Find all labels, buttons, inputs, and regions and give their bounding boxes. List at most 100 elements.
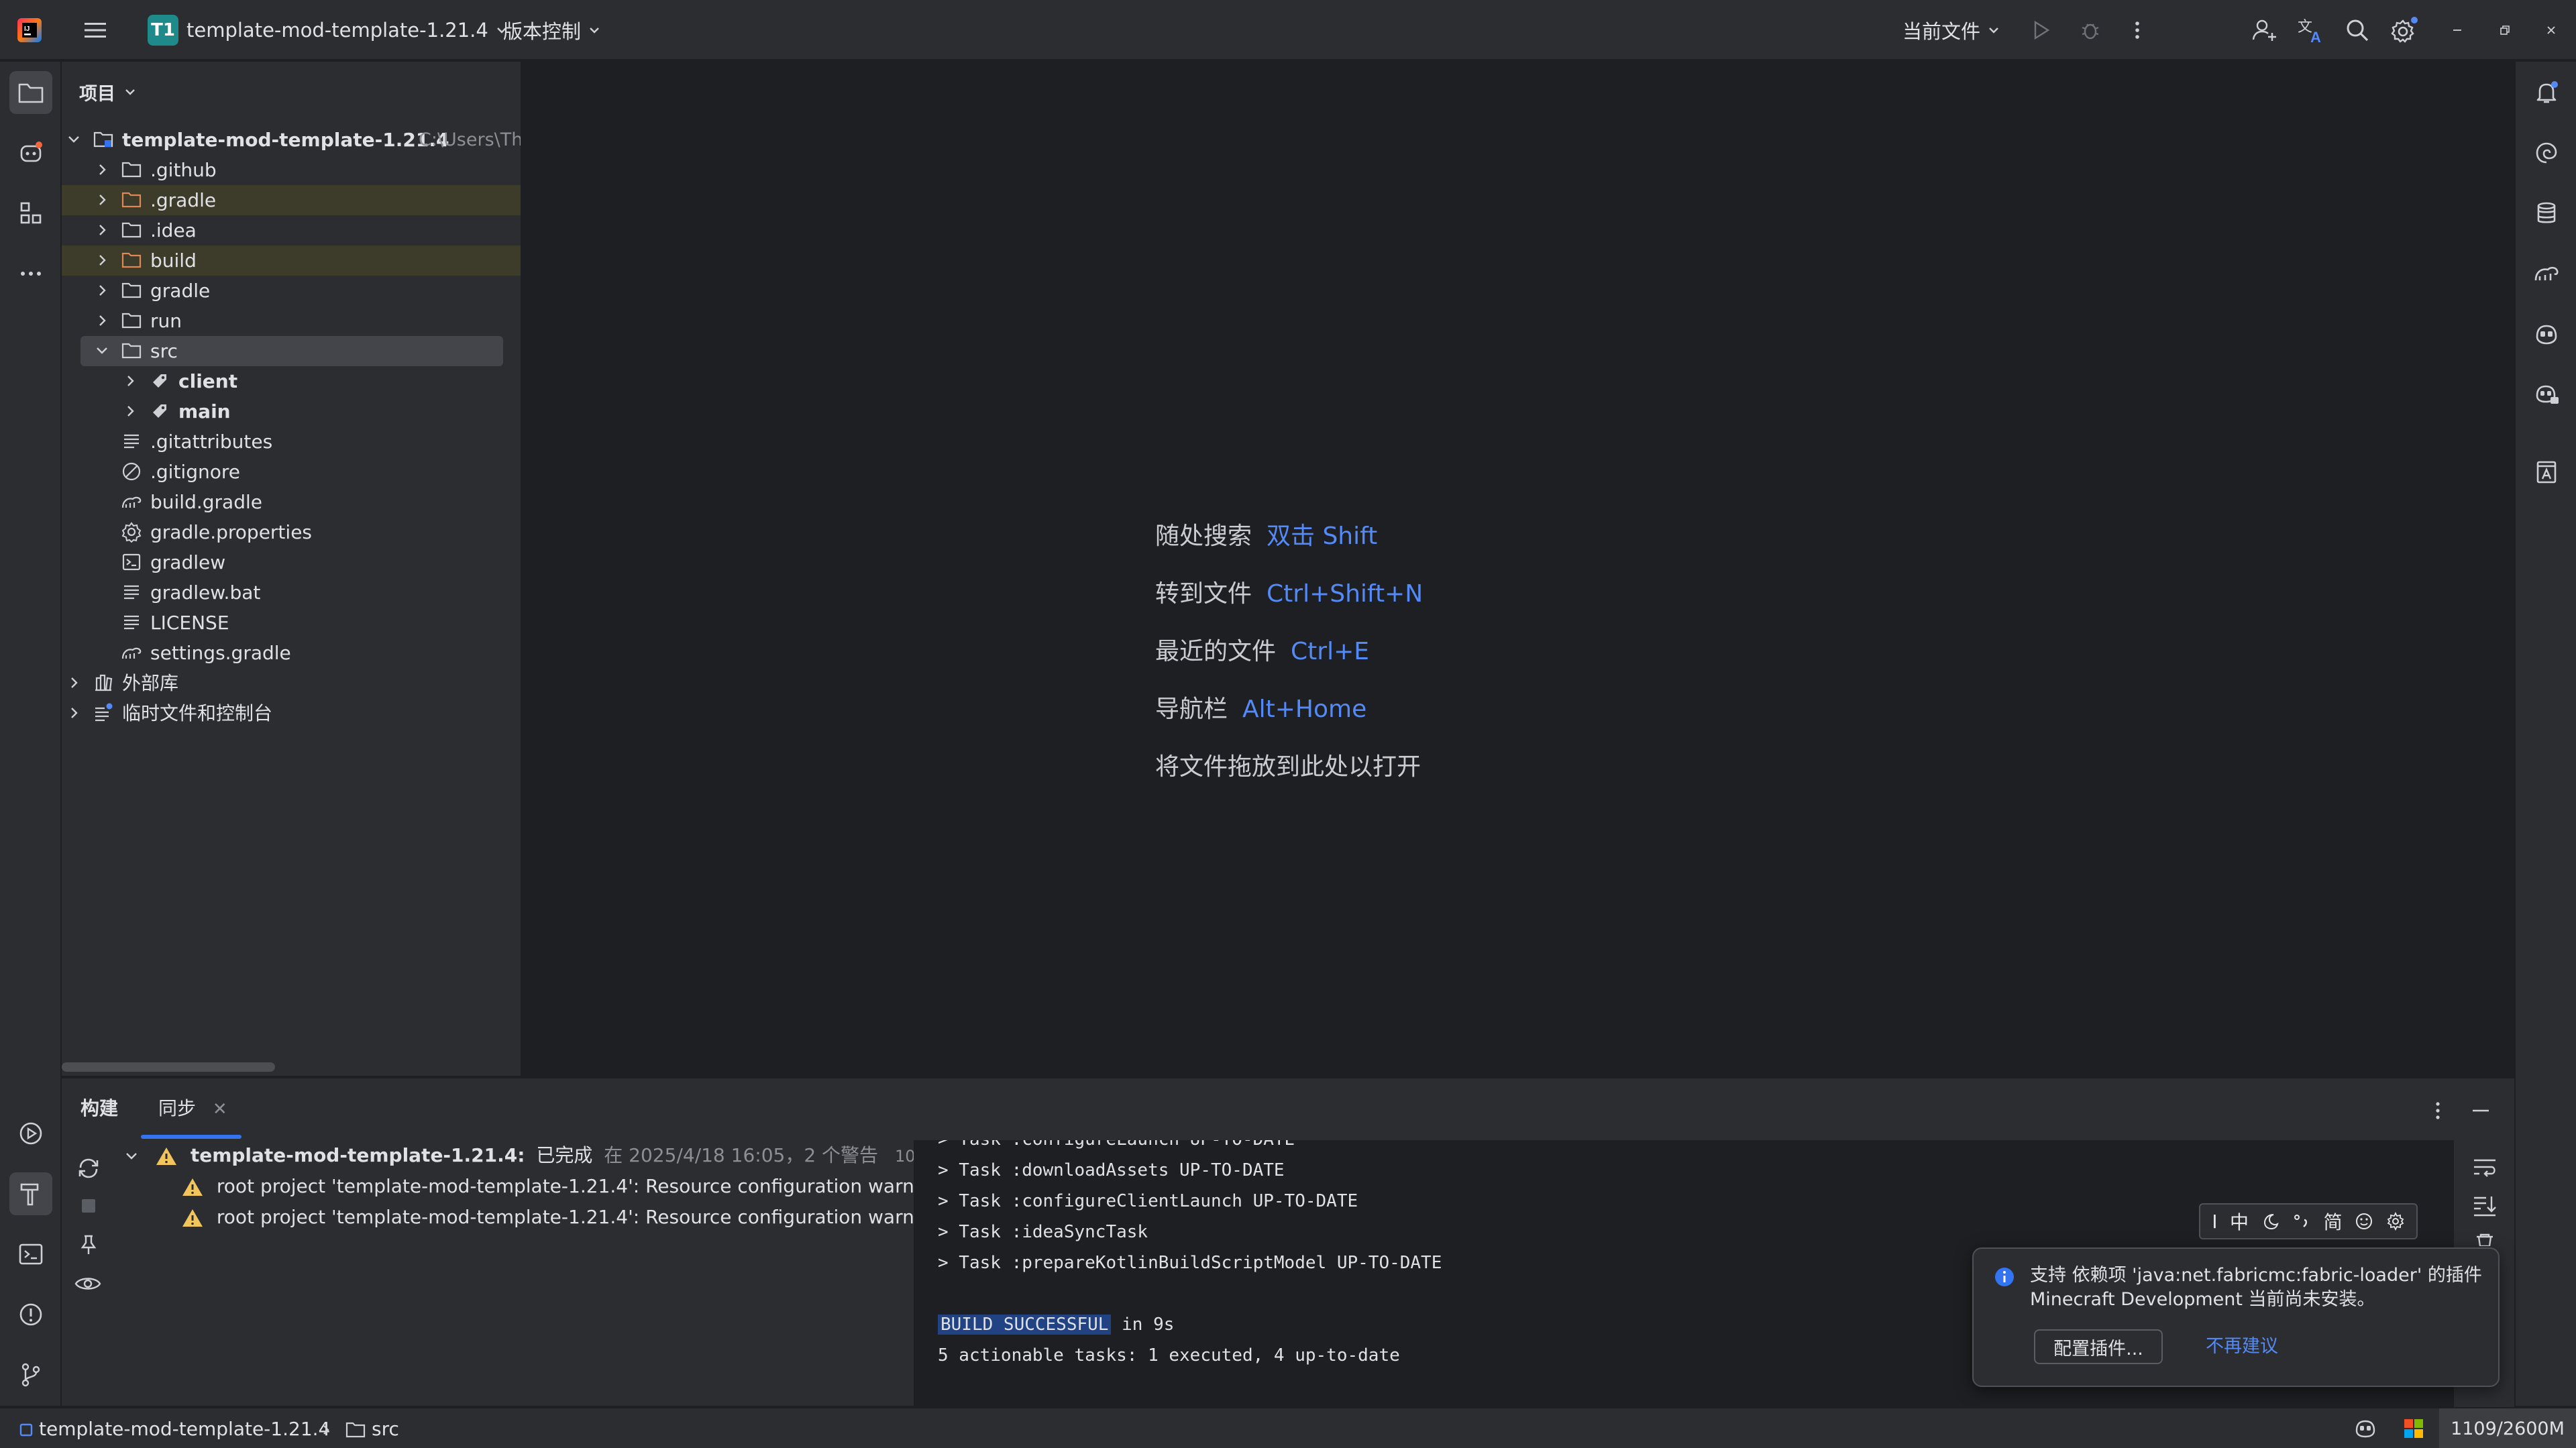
tree-item-build[interactable]: build <box>62 245 521 276</box>
chevron-down-icon <box>125 89 135 95</box>
configure-plugins-button[interactable]: 配置插件... <box>2034 1329 2163 1364</box>
punctuation-icon[interactable] <box>2292 1212 2311 1231</box>
editor-empty-area[interactable] <box>523 62 2513 1076</box>
tree-item-gradlew-bat[interactable]: gradlew.bat <box>62 577 521 608</box>
tree-item-gitignore[interactable]: .gitignore <box>62 457 521 487</box>
run-config-selector[interactable]: 当前文件 <box>1902 0 2000 60</box>
main-menu-button[interactable] <box>83 0 107 60</box>
project-horizontal-scrollbar[interactable] <box>62 1062 275 1072</box>
pin-button[interactable] <box>76 1233 101 1257</box>
tree-item-gitattributes[interactable]: .gitattributes <box>62 427 521 457</box>
vcs-menu[interactable]: 版本控制 <box>503 0 601 60</box>
scroll-to-end-button[interactable] <box>2471 1194 2498 1218</box>
tab-sync-label: 同步 <box>158 1097 197 1119</box>
tree-item-gradle-properties[interactable]: gradle.properties <box>62 517 521 547</box>
project-tool-button[interactable] <box>9 71 52 114</box>
emoji-icon[interactable] <box>2355 1212 2373 1231</box>
project-switcher[interactable]: T1 template-mod-template-1.21.4 <box>148 0 508 60</box>
folder-icon <box>345 1422 366 1438</box>
copilot-tool-button[interactable] <box>2525 313 2568 355</box>
ime-mode-chinese[interactable]: 中 <box>2230 1208 2249 1235</box>
svg-text:IJ: IJ <box>24 25 30 33</box>
close-tab-icon[interactable]: ✕ <box>213 1099 227 1119</box>
gear-icon[interactable] <box>2386 1212 2405 1231</box>
tree-item-github[interactable]: .github <box>62 155 521 185</box>
services-tool-button[interactable] <box>9 1112 52 1155</box>
tree-item-src[interactable]: src <box>62 336 521 366</box>
tree-item-build-gradle[interactable]: build.gradle <box>62 487 521 517</box>
ai-chat-tool-button[interactable] <box>2525 131 2568 174</box>
add-user-button[interactable] <box>2251 0 2278 60</box>
breadcrumb-folder[interactable]: src <box>345 1408 399 1448</box>
app-logo[interactable]: IJ <box>16 0 43 60</box>
notification-message: 支持 依赖项 'java:net.fabricmc:fabric-loader'… <box>2030 1265 2482 1310</box>
hint-goto-file: 转到文件 Ctrl+Shift+N <box>1155 574 1423 609</box>
copilot-status-button[interactable] <box>2353 1416 2377 1441</box>
resync-button[interactable] <box>75 1155 102 1182</box>
restore-button[interactable] <box>2481 0 2528 60</box>
copilot-chat-icon <box>2536 385 2559 404</box>
clear-console-button[interactable] <box>2474 1233 2496 1246</box>
dont-suggest-again-link[interactable]: 不再建议 <box>2206 1329 2278 1364</box>
tree-item-gradle[interactable]: gradle <box>62 276 521 306</box>
tree-item-label: .gitattributes <box>150 431 273 453</box>
view-options-button[interactable] <box>74 1272 102 1296</box>
search-everywhere-button[interactable] <box>2344 0 2371 60</box>
hide-panel-button[interactable] <box>2471 1104 2490 1117</box>
breadcrumb-project[interactable]: template-mod-template-1.21.4 <box>19 1408 330 1448</box>
tree-item-main[interactable]: main <box>62 396 521 427</box>
hint-shortcut: 双击 Shift <box>1267 522 1378 550</box>
font-tool-button[interactable] <box>2525 451 2568 494</box>
warning-row[interactable]: root project 'template-mod-template-1.21… <box>181 1202 943 1233</box>
terminal-tool-button[interactable] <box>9 1233 52 1276</box>
translate-button[interactable]: 文A <box>2297 0 2326 60</box>
excluded-folder-icon <box>121 252 142 268</box>
tree-item-run[interactable]: run <box>62 306 521 336</box>
ai-assistant-tool-button[interactable] <box>9 131 52 174</box>
more-vertical-icon <box>2436 1102 2440 1119</box>
git-tool-button[interactable] <box>9 1353 52 1396</box>
tree-root-project[interactable]: template-mod-template-1.21.4 C:\Users\Th <box>62 125 521 155</box>
svg-text:A: A <box>2310 29 2321 44</box>
warning-row[interactable]: root project 'template-mod-template-1.21… <box>181 1171 943 1202</box>
database-tool-button[interactable] <box>2525 192 2568 235</box>
settings-button[interactable] <box>2390 0 2419 60</box>
gradle-tool-button[interactable] <box>2525 252 2568 295</box>
panel-options-button[interactable] <box>2431 1099 2445 1123</box>
problems-tool-button[interactable] <box>9 1293 52 1336</box>
moon-icon[interactable] <box>2261 1212 2280 1231</box>
folder-icon <box>121 282 142 298</box>
copilot-chat-tool-button[interactable] <box>2525 373 2568 416</box>
tree-item-license[interactable]: LICENSE <box>62 608 521 638</box>
minimize-button[interactable] <box>2434 0 2481 60</box>
memory-indicator[interactable]: 1109/2600M <box>2439 1408 2576 1448</box>
windows-status-button[interactable] <box>2403 1418 2424 1439</box>
copilot-icon <box>2355 1420 2375 1438</box>
structure-tool-button[interactable] <box>9 192 52 235</box>
notifications-tool-button[interactable] <box>2525 71 2568 114</box>
source-set-icon <box>153 374 166 388</box>
tab-sync[interactable]: 同步 ✕ <box>158 1092 227 1125</box>
more-actions-button[interactable] <box>2131 0 2144 60</box>
soft-wrap-button[interactable] <box>2471 1156 2498 1180</box>
tree-item-scratches[interactable]: 临时文件和控制台 <box>62 698 521 728</box>
tree-item-external-libraries[interactable]: 外部库 <box>62 668 521 698</box>
shell-script-icon <box>122 553 141 571</box>
tree-item-gradle-cache[interactable]: .gradle <box>62 185 521 215</box>
project-view-selector[interactable]: 项目 <box>79 75 137 109</box>
build-tool-button[interactable] <box>9 1172 52 1215</box>
tab-build[interactable]: 构建 <box>80 1092 118 1125</box>
tree-item-gradlew[interactable]: gradlew <box>62 547 521 577</box>
debug-button[interactable] <box>2078 0 2102 60</box>
close-window-button[interactable] <box>2528 0 2575 60</box>
console-line: > Task :configureLaunch UP-TO-DATE <box>938 1140 1295 1155</box>
tree-item-idea[interactable]: .idea <box>62 215 521 245</box>
run-button[interactable] <box>2029 0 2053 60</box>
tree-item-client[interactable]: client <box>62 366 521 396</box>
more-tool-windows-button[interactable] <box>9 252 52 295</box>
stop-button[interactable] <box>80 1198 97 1214</box>
tree-item-settings-gradle[interactable]: settings.gradle <box>62 638 521 668</box>
hint-text: 将文件拖放到此处以打开 <box>1155 753 1421 781</box>
ime-simplified[interactable]: 简 <box>2324 1208 2343 1235</box>
sync-result-row[interactable]: template-mod-template-1.21.4: 已完成 在 2025… <box>123 1140 994 1171</box>
